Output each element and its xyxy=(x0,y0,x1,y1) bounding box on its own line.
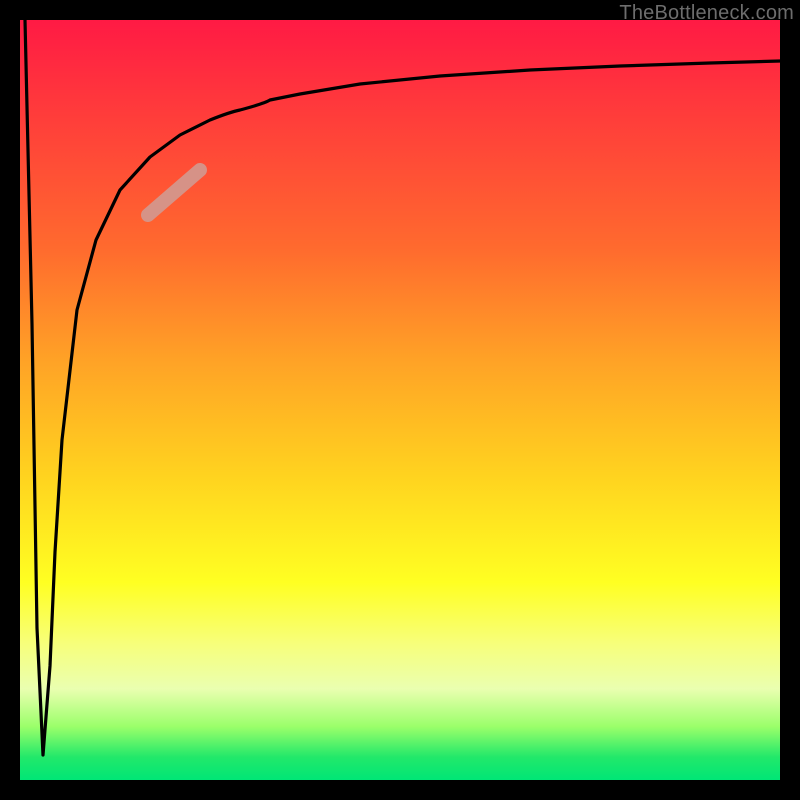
highlight-segment xyxy=(148,170,200,215)
curve-layer xyxy=(20,20,780,780)
watermark-text: TheBottleneck.com xyxy=(619,2,794,25)
chart-frame: TheBottleneck.com xyxy=(0,0,800,800)
bottleneck-curve xyxy=(25,20,780,755)
plot-area xyxy=(20,20,780,780)
